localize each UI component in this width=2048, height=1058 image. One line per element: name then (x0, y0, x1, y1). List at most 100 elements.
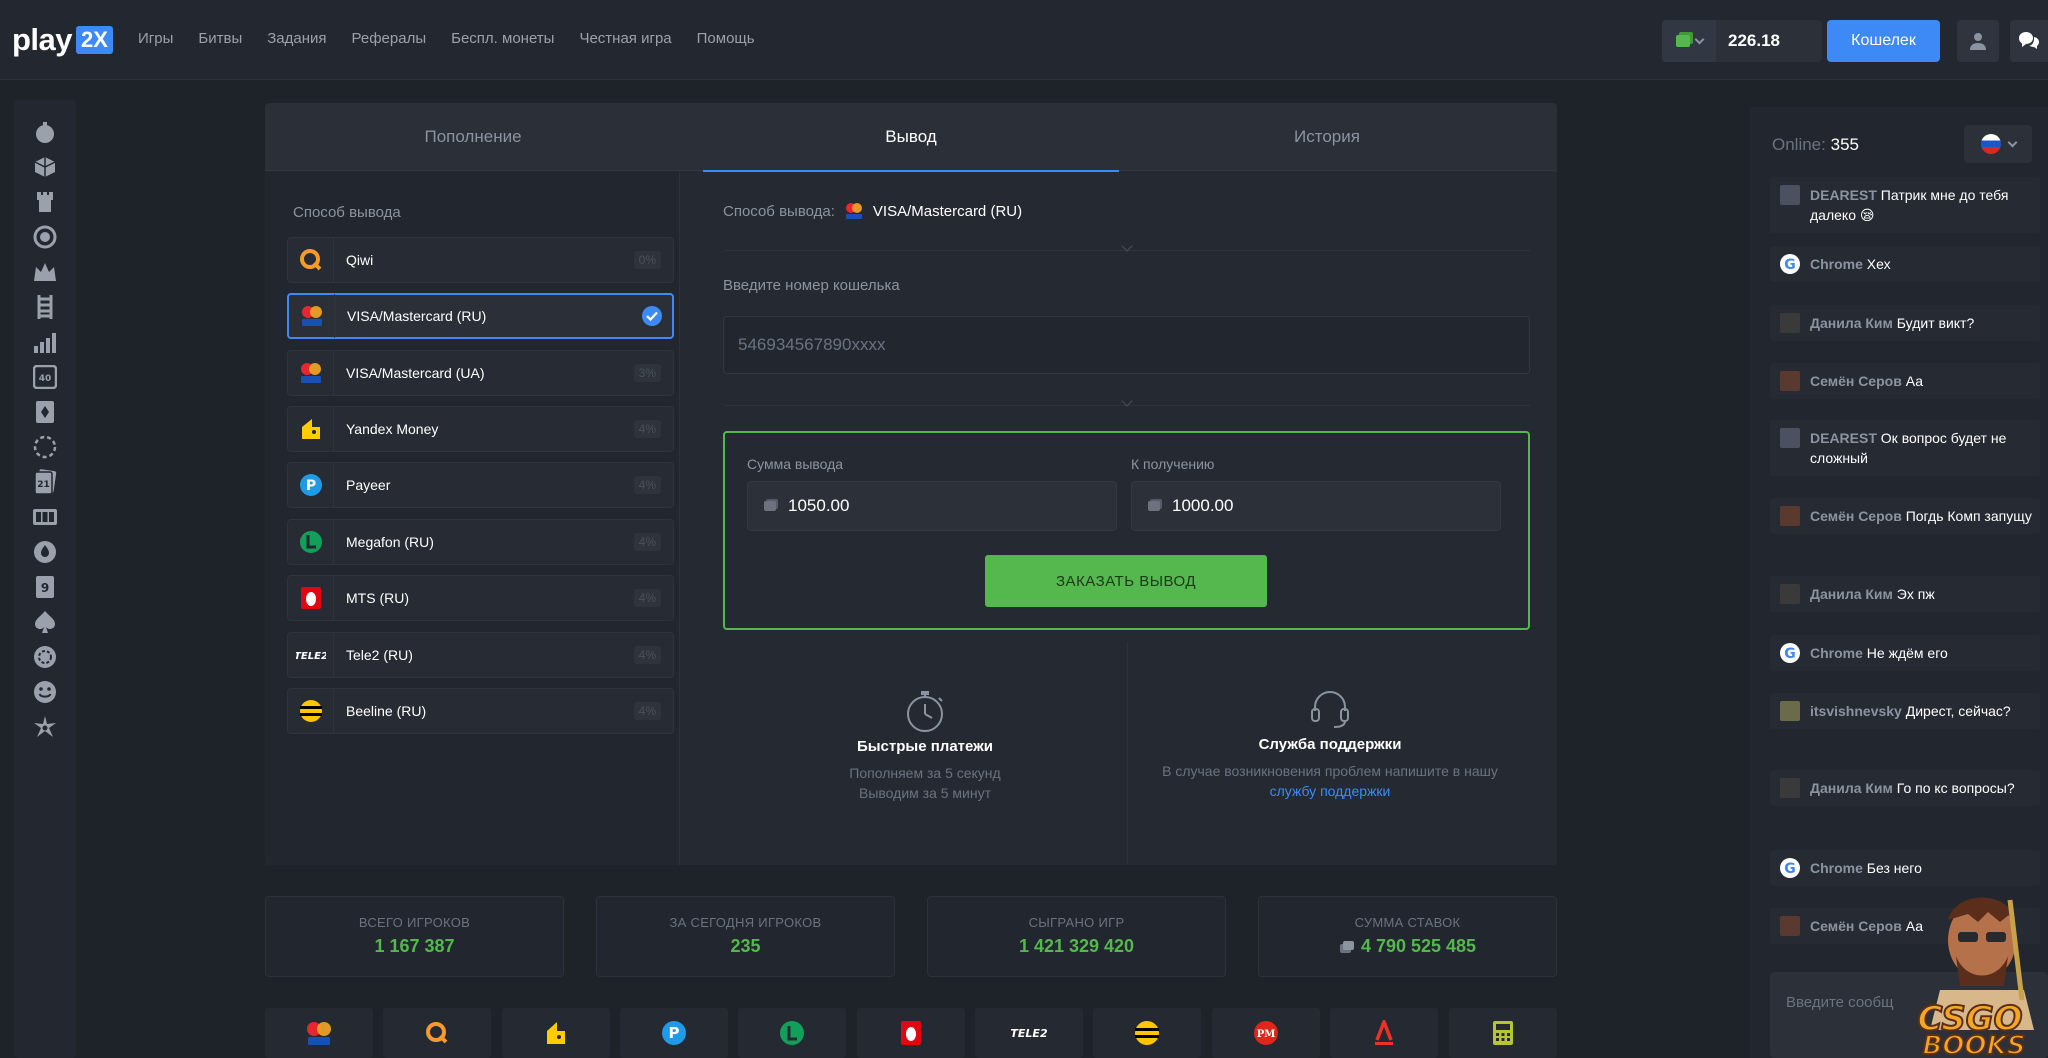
method-megafon[interactable]: Megafon (RU) 4% (287, 519, 674, 565)
message-text: Не ждём его (1866, 645, 1948, 661)
svg-text:TELE2: TELE2 (296, 651, 326, 662)
message-author[interactable]: Данила Ким (1810, 586, 1893, 602)
nav-free-coins[interactable]: Беспл. монеты (451, 30, 554, 47)
svg-text:G: G (1784, 646, 1796, 662)
message-body: Chrome Без него (1810, 858, 1922, 878)
avatar[interactable] (1780, 701, 1800, 721)
tab-history[interactable]: История (1119, 103, 1535, 171)
card-nine-icon[interactable]: 9 (31, 573, 59, 601)
slots-icon[interactable] (31, 503, 59, 531)
avatar[interactable] (1780, 506, 1800, 526)
top-bar: play 2X Игры Битвы Задания Рефералы Бесп… (0, 0, 2048, 80)
stat-number: 1 421 329 420 (1018, 936, 1135, 956)
method-tele2[interactable]: TELE2 Tele2 (RU) 4% (287, 632, 674, 678)
selected-method-line: Способ вывода: VISA/Mastercard (RU) (723, 202, 1022, 220)
avatar[interactable] (1780, 185, 1800, 205)
nav-help[interactable]: Помощь (697, 30, 755, 47)
avatar[interactable]: G (1780, 254, 1800, 274)
method-fee: 3% (633, 364, 661, 382)
nav-tasks[interactable]: Задания (267, 30, 326, 47)
spade-icon[interactable] (31, 608, 59, 636)
tab-deposit[interactable]: Пополнение (265, 103, 681, 171)
wheel-icon[interactable] (31, 433, 59, 461)
roulette-icon[interactable] (31, 223, 59, 251)
poker-chip-icon[interactable] (31, 643, 59, 671)
avatar[interactable]: G (1780, 858, 1800, 878)
language-selector[interactable] (1964, 125, 2032, 163)
message-author[interactable]: Данила Ким (1810, 315, 1893, 331)
method-fee: 4% (633, 476, 661, 494)
withdraw-amount-input[interactable]: 1050.00 (747, 481, 1117, 531)
message-text: Дирест, сейчас? (1905, 703, 2011, 719)
sum-label: Сумма вывода (747, 456, 844, 472)
svg-text:9: 9 (41, 581, 49, 595)
nav-games[interactable]: Игры (138, 30, 173, 47)
message-author[interactable]: itsvishnevsky (1810, 703, 1902, 719)
smiley-icon[interactable] (31, 678, 59, 706)
avatar[interactable]: G (1780, 643, 1800, 663)
message-author[interactable]: Chrome (1810, 645, 1863, 661)
method-beeline[interactable]: Beeline (RU) 4% (287, 688, 674, 734)
cube-icon[interactable] (31, 153, 59, 181)
message-author[interactable]: Chrome (1810, 256, 1863, 272)
mts-icon (288, 576, 334, 620)
wallet-number-input[interactable]: 546934567890xxxx (723, 316, 1530, 374)
crash-chart-icon[interactable] (31, 328, 59, 356)
message-author[interactable]: Chrome (1810, 860, 1863, 876)
tab-withdraw[interactable]: Вывод (703, 103, 1119, 172)
ladder-icon[interactable] (31, 293, 59, 321)
nav-battles[interactable]: Битвы (198, 30, 242, 47)
order-withdraw-button[interactable]: ЗАКАЗАТЬ ВЫВОД (985, 555, 1267, 607)
method-payeer[interactable]: P Payeer 4% (287, 462, 674, 508)
method-fee: 4% (633, 646, 661, 664)
message-author[interactable]: DEAREST (1810, 187, 1877, 203)
method-mts[interactable]: MTS (RU) 4% (287, 575, 674, 621)
avatar[interactable] (1780, 916, 1800, 936)
chevron-down-icon (1694, 34, 1704, 44)
message-body: itsvishnevsky Дирест, сейчас? (1810, 701, 2011, 721)
avatar[interactable] (1780, 428, 1800, 448)
wallet-button[interactable]: Кошелек (1827, 20, 1940, 62)
svg-text:G: G (1784, 861, 1796, 877)
cards-icon[interactable] (31, 398, 59, 426)
bomb-icon[interactable] (31, 118, 59, 146)
message-author[interactable]: Данила Ким (1810, 780, 1893, 796)
avatar[interactable] (1780, 371, 1800, 391)
currency-selector[interactable] (1662, 20, 1716, 62)
method-name: MTS (RU) (346, 590, 409, 606)
message-author[interactable]: Семён Серов (1810, 918, 1902, 934)
svg-text:40: 40 (39, 374, 52, 384)
method-qiwi[interactable]: Qiwi 0% (287, 237, 674, 283)
support-link[interactable]: службу поддержки (1128, 781, 1532, 801)
profile-button[interactable] (1957, 20, 1999, 62)
method-visa-mastercard-ru[interactable]: VISA/Mastercard (RU) (287, 293, 674, 339)
chat-bubbles-icon (2019, 32, 2039, 49)
keno-40-icon[interactable]: 40 (31, 363, 59, 391)
message-author[interactable]: DEAREST (1810, 430, 1877, 446)
site-logo[interactable]: play 2X (12, 22, 113, 57)
message-author[interactable]: Семён Серов (1810, 373, 1902, 389)
visa-mastercard-icon (289, 294, 335, 338)
message-text: Будит викт? (1896, 315, 1975, 331)
message-body: Chrome Хех (1810, 254, 1891, 274)
tower-icon[interactable] (31, 188, 59, 216)
coinflip-icon[interactable] (31, 538, 59, 566)
avatar[interactable] (1780, 313, 1800, 333)
message-author[interactable]: Семён Серов (1810, 508, 1902, 524)
avatar[interactable] (1780, 584, 1800, 604)
crown-icon[interactable] (31, 258, 59, 286)
avatar[interactable] (1780, 778, 1800, 798)
blackjack-21-icon[interactable]: 21 (31, 468, 59, 496)
method-visa-mastercard-ua[interactable]: VISA/Mastercard (UA) 3% (287, 350, 674, 396)
message-text: Го по кс вопросы? (1896, 780, 2015, 796)
megafon-logo-icon (738, 1008, 846, 1058)
receive-amount-input[interactable]: 1000.00 (1131, 481, 1501, 531)
wallet-label: Введите номер кошелька (723, 277, 900, 294)
nav-fair-game[interactable]: Честная игра (579, 30, 671, 47)
shuriken-icon[interactable] (31, 713, 59, 741)
methods-title: Способ вывода (293, 204, 401, 221)
nav-referrals[interactable]: Рефералы (352, 30, 427, 47)
chat-toggle-button[interactable] (2010, 20, 2048, 62)
method-yandex-money[interactable]: Yandex Money 4% (287, 406, 674, 452)
message-body: DEAREST Патрик мне до тебя далеко 😪 (1810, 185, 2032, 225)
